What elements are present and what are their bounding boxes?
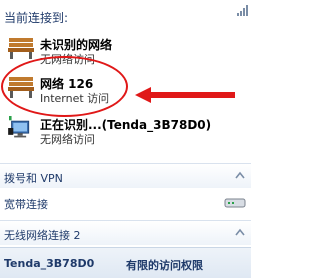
wireless-network-item[interactable]: Tenda_3B78D0 有限的访问权限 bbox=[0, 247, 251, 278]
wireless-signal-icon bbox=[237, 5, 248, 16]
group-label: 无线网络连接 2 bbox=[4, 229, 81, 242]
wireless-status: 有限的访问权限 bbox=[126, 259, 203, 272]
chevron-up-icon bbox=[235, 228, 245, 236]
wireless-monitor-icon bbox=[8, 116, 30, 138]
current-connection-header: 当前连接到: bbox=[4, 11, 69, 25]
chevron-up-icon bbox=[235, 171, 245, 179]
broadband-connection-item[interactable]: 宽带连接 bbox=[0, 190, 251, 216]
modem-icon bbox=[224, 198, 246, 208]
highlight-circle bbox=[1, 56, 128, 117]
group-wireless-connection-2[interactable]: 无线网络连接 2 bbox=[0, 220, 251, 245]
group-label: 拨号和 VPN bbox=[4, 172, 63, 185]
network-flyout-panel: 当前连接到: 未识别的网络 无网络访问 网络 126 Internet 访问 正… bbox=[0, 0, 251, 278]
network-status: 无网络访问 bbox=[40, 133, 95, 146]
network-item-identifying[interactable]: 正在识别...(Tenda_3B78D0) 无网络访问 bbox=[0, 116, 251, 150]
broadband-label: 宽带连接 bbox=[4, 198, 48, 211]
group-dialup-vpn[interactable]: 拨号和 VPN bbox=[0, 163, 251, 188]
wireless-ssid: Tenda_3B78D0 bbox=[4, 257, 95, 270]
highlight-arrow-icon bbox=[135, 87, 235, 103]
bench-network-icon bbox=[8, 38, 34, 59]
